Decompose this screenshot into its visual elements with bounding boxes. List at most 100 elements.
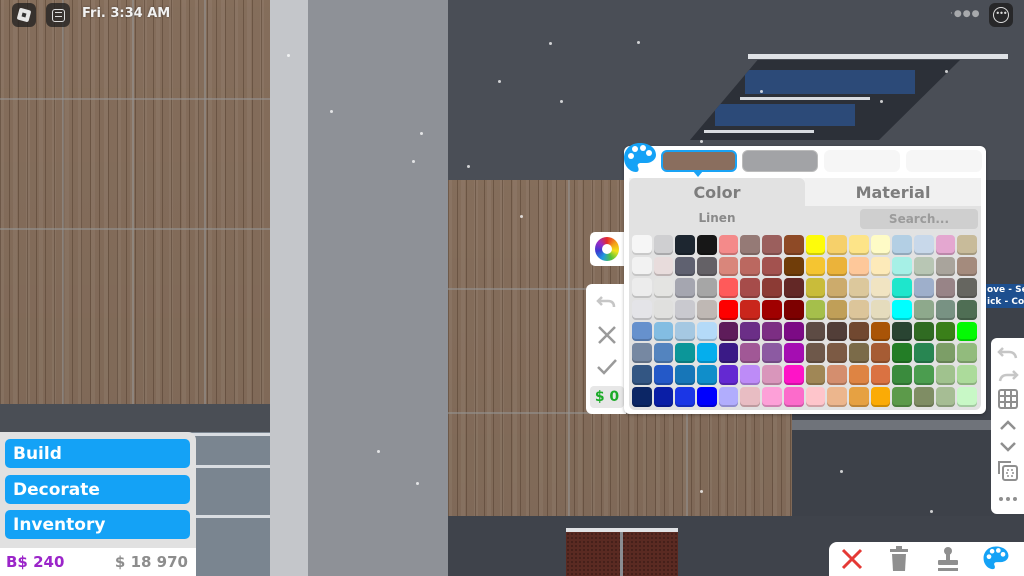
color-swatch[interactable] — [892, 321, 912, 342]
color-swatch[interactable] — [892, 278, 912, 299]
color-swatch[interactable] — [827, 278, 847, 299]
color-swatch[interactable] — [783, 235, 804, 255]
color-swatch[interactable] — [805, 365, 826, 385]
color-swatch[interactable] — [805, 278, 826, 299]
color-swatch[interactable] — [697, 300, 717, 320]
color-swatch[interactable] — [892, 343, 912, 364]
color-swatch[interactable] — [783, 365, 804, 385]
color-swatch[interactable] — [740, 343, 761, 364]
color-swatch[interactable] — [913, 278, 934, 299]
color-swatch[interactable] — [957, 321, 977, 342]
color-swatch[interactable] — [827, 343, 847, 364]
color-swatch[interactable] — [718, 343, 739, 364]
color-swatch[interactable] — [783, 256, 804, 277]
color-swatch[interactable] — [740, 321, 761, 342]
material-slot-2[interactable] — [742, 150, 818, 172]
color-swatch[interactable] — [740, 256, 761, 277]
color-swatch[interactable] — [957, 343, 977, 364]
color-wheel-button[interactable] — [590, 232, 624, 266]
color-swatch[interactable] — [675, 278, 696, 299]
paint-button[interactable] — [981, 545, 1011, 573]
color-search-input[interactable] — [860, 209, 978, 229]
material-slot-4[interactable] — [906, 150, 982, 172]
material-slot-3[interactable] — [824, 150, 900, 172]
color-swatch[interactable] — [848, 386, 869, 407]
color-swatch[interactable] — [957, 300, 977, 320]
color-swatch[interactable] — [675, 256, 696, 277]
color-swatch[interactable] — [632, 343, 652, 364]
color-swatch[interactable] — [718, 386, 739, 407]
color-swatch[interactable] — [870, 343, 891, 364]
close-button[interactable] — [837, 545, 867, 573]
color-swatch[interactable] — [913, 386, 934, 407]
color-swatch[interactable] — [827, 365, 847, 385]
color-swatch[interactable] — [957, 386, 977, 407]
decorate-button[interactable]: Decorate — [5, 475, 190, 504]
color-swatch[interactable] — [935, 256, 956, 277]
color-swatch[interactable] — [675, 365, 696, 385]
more-options-icon[interactable]: ••• — [989, 3, 1013, 27]
color-swatch[interactable] — [783, 321, 804, 342]
undo-button[interactable] — [594, 288, 620, 314]
color-swatch[interactable] — [783, 278, 804, 299]
color-swatch[interactable] — [762, 343, 782, 364]
color-swatch[interactable] — [653, 343, 674, 364]
color-swatch[interactable] — [870, 300, 891, 320]
stamp-button[interactable] — [933, 545, 963, 573]
color-swatch[interactable] — [762, 300, 782, 320]
color-swatch[interactable] — [892, 300, 912, 320]
color-swatch[interactable] — [697, 256, 717, 277]
redo-button[interactable] — [995, 365, 1021, 387]
color-swatch[interactable] — [697, 235, 717, 255]
color-swatch[interactable] — [762, 386, 782, 407]
tab-material[interactable]: Material — [805, 178, 981, 206]
color-swatch[interactable] — [653, 256, 674, 277]
color-swatch[interactable] — [957, 278, 977, 299]
color-swatch[interactable] — [783, 386, 804, 407]
color-swatch[interactable] — [935, 278, 956, 299]
color-swatch[interactable] — [935, 321, 956, 342]
color-swatch[interactable] — [892, 256, 912, 277]
color-swatch[interactable] — [632, 256, 652, 277]
color-swatch[interactable] — [870, 278, 891, 299]
color-swatch[interactable] — [957, 235, 977, 255]
color-swatch[interactable] — [740, 365, 761, 385]
build-button[interactable]: Build — [5, 439, 190, 468]
color-swatch[interactable] — [632, 365, 652, 385]
color-swatch[interactable] — [675, 343, 696, 364]
color-swatch[interactable] — [697, 365, 717, 385]
color-swatch[interactable] — [632, 300, 652, 320]
color-swatch[interactable] — [870, 365, 891, 385]
delete-button[interactable] — [884, 545, 914, 573]
undo-button[interactable] — [995, 342, 1021, 364]
cancel-button[interactable] — [594, 322, 620, 348]
inventory-button[interactable]: Inventory — [5, 510, 190, 539]
roblox-menu-icon[interactable] — [12, 3, 36, 27]
color-swatch[interactable] — [935, 235, 956, 255]
color-swatch[interactable] — [718, 235, 739, 255]
color-swatch[interactable] — [848, 256, 869, 277]
color-swatch[interactable] — [653, 235, 674, 255]
color-swatch[interactable] — [762, 278, 782, 299]
color-swatch[interactable] — [740, 300, 761, 320]
color-swatch[interactable] — [957, 365, 977, 385]
color-swatch[interactable] — [675, 300, 696, 320]
color-swatch[interactable] — [718, 365, 739, 385]
color-swatch[interactable] — [935, 343, 956, 364]
color-swatch[interactable] — [827, 235, 847, 255]
color-swatch[interactable] — [913, 321, 934, 342]
color-swatch[interactable] — [632, 321, 652, 342]
tab-color[interactable]: Color — [629, 178, 805, 206]
color-swatch[interactable] — [848, 321, 869, 342]
color-swatch[interactable] — [718, 300, 739, 320]
color-swatch[interactable] — [892, 386, 912, 407]
color-swatch[interactable] — [827, 300, 847, 320]
color-swatch[interactable] — [762, 256, 782, 277]
material-slot-1[interactable] — [661, 150, 737, 177]
color-swatch[interactable] — [870, 321, 891, 342]
color-swatch[interactable] — [827, 386, 847, 407]
color-swatch[interactable] — [805, 256, 826, 277]
color-swatch[interactable] — [870, 235, 891, 255]
color-swatch[interactable] — [805, 321, 826, 342]
color-swatch[interactable] — [913, 300, 934, 320]
